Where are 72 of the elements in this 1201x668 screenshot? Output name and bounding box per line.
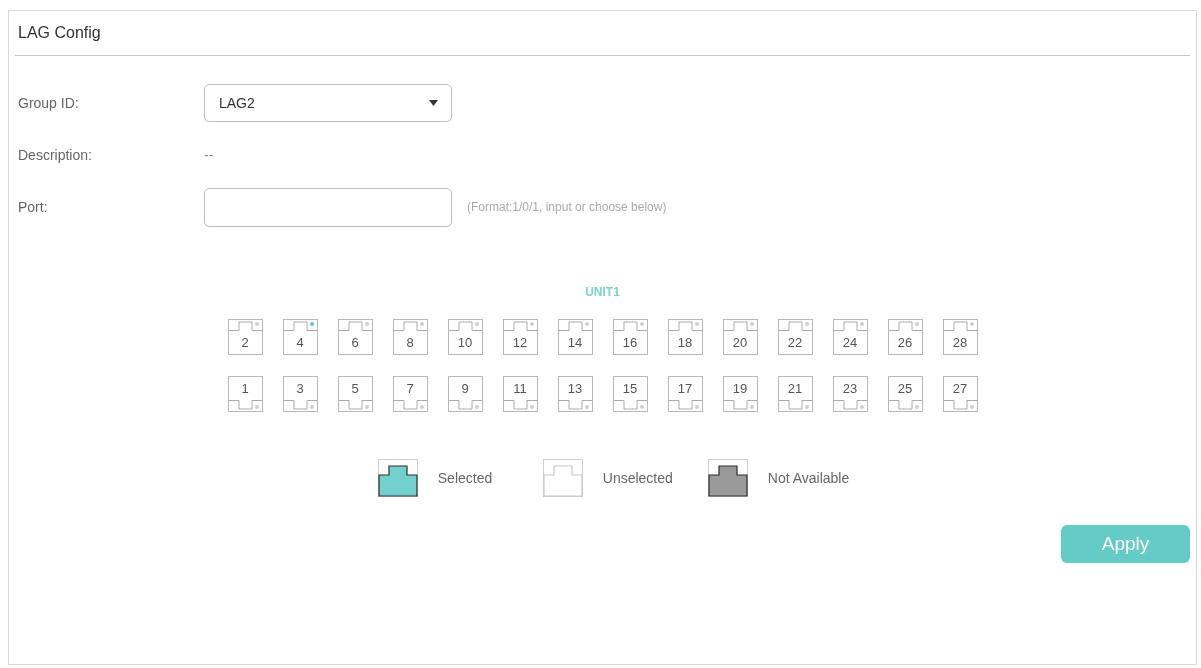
socket-outline-icon xyxy=(338,400,372,411)
socket-outline-icon xyxy=(833,400,867,411)
unit-label: UNIT1 xyxy=(585,284,620,300)
socket-outline-icon xyxy=(503,320,537,331)
unselected-port-icon xyxy=(542,459,583,497)
port-button[interactable]: 12 xyxy=(502,319,538,355)
port-button[interactable]: 15 xyxy=(612,376,648,412)
socket-outline-icon xyxy=(668,400,702,411)
socket-outline-icon xyxy=(448,400,482,411)
socket-outline-icon xyxy=(393,320,427,331)
socket-outline-icon xyxy=(503,400,537,411)
socket-outline-icon xyxy=(668,320,702,331)
socket-outline-icon xyxy=(778,400,812,411)
port-button[interactable]: 26 xyxy=(887,319,923,355)
field-label: Group ID: xyxy=(18,93,80,113)
socket-outline-icon xyxy=(613,400,647,411)
socket-outline-icon xyxy=(723,400,757,411)
legend-label: Not Available xyxy=(767,468,850,488)
socket-outline-icon xyxy=(888,400,922,411)
port-button[interactable]: 24 xyxy=(832,319,868,355)
socket-outline-icon xyxy=(228,320,262,331)
panel-title: LAG Config xyxy=(18,23,101,43)
port-button[interactable]: 5 xyxy=(337,376,373,412)
port-button[interactable]: 8 xyxy=(392,319,428,355)
socket-outline-icon xyxy=(283,400,317,411)
port-button[interactable]: 11 xyxy=(502,376,538,412)
port-button[interactable]: 23 xyxy=(832,376,868,412)
dropdown-select[interactable]: LAG2 xyxy=(204,84,452,122)
value-text: -- xyxy=(204,145,214,165)
legend-label: Unselected xyxy=(602,468,673,488)
socket-outline-icon xyxy=(448,320,482,331)
selected-port-icon xyxy=(377,459,418,497)
socket-outline-icon xyxy=(778,320,812,331)
field-label: Description: xyxy=(18,145,93,165)
socket-outline-icon xyxy=(723,320,757,331)
socket-outline-icon xyxy=(338,320,372,331)
format-hint: (Format:1/0/1, input or choose below) xyxy=(467,199,667,216)
port-button[interactable]: 3 xyxy=(282,376,318,412)
port-button[interactable]: 14 xyxy=(557,319,593,355)
port-button[interactable]: 13 xyxy=(557,376,593,412)
legend-label: Selected xyxy=(437,468,493,488)
port-button[interactable]: 18 xyxy=(667,319,703,355)
socket-outline-icon xyxy=(833,320,867,331)
port-button[interactable]: 1 xyxy=(227,376,263,412)
socket-outline-icon xyxy=(283,320,317,331)
socket-outline-icon xyxy=(888,320,922,331)
socket-outline-icon xyxy=(943,320,977,331)
port-button[interactable]: 2 xyxy=(227,319,263,355)
port-button[interactable]: 6 xyxy=(337,319,373,355)
socket-outline-icon xyxy=(558,320,592,331)
socket-outline-icon xyxy=(558,400,592,411)
port-button[interactable]: 4 xyxy=(282,319,318,355)
socket-outline-icon xyxy=(943,400,977,411)
port-button[interactable]: 10 xyxy=(447,319,483,355)
socket-outline-icon xyxy=(228,400,262,411)
port-button[interactable]: 22 xyxy=(777,319,813,355)
port-button[interactable]: 28 xyxy=(942,319,978,355)
caret-icon xyxy=(429,100,438,106)
port-button[interactable]: 19 xyxy=(722,376,758,412)
socket-outline-icon xyxy=(613,320,647,331)
field-label: Port: xyxy=(18,197,49,217)
unavailable-port-icon xyxy=(707,459,748,497)
input-field[interactable] xyxy=(204,187,452,227)
port-button[interactable]: 27 xyxy=(942,376,978,412)
socket-outline-icon xyxy=(393,400,427,411)
port-button[interactable]: 16 xyxy=(612,319,648,355)
port-button[interactable]: 9 xyxy=(447,376,483,412)
port-button[interactable]: 17 xyxy=(667,376,703,412)
port-button[interactable]: 20 xyxy=(722,319,758,355)
port-button[interactable]: 21 xyxy=(777,376,813,412)
port-button[interactable]: 7 xyxy=(392,376,428,412)
port-button[interactable]: 25 xyxy=(887,376,923,412)
